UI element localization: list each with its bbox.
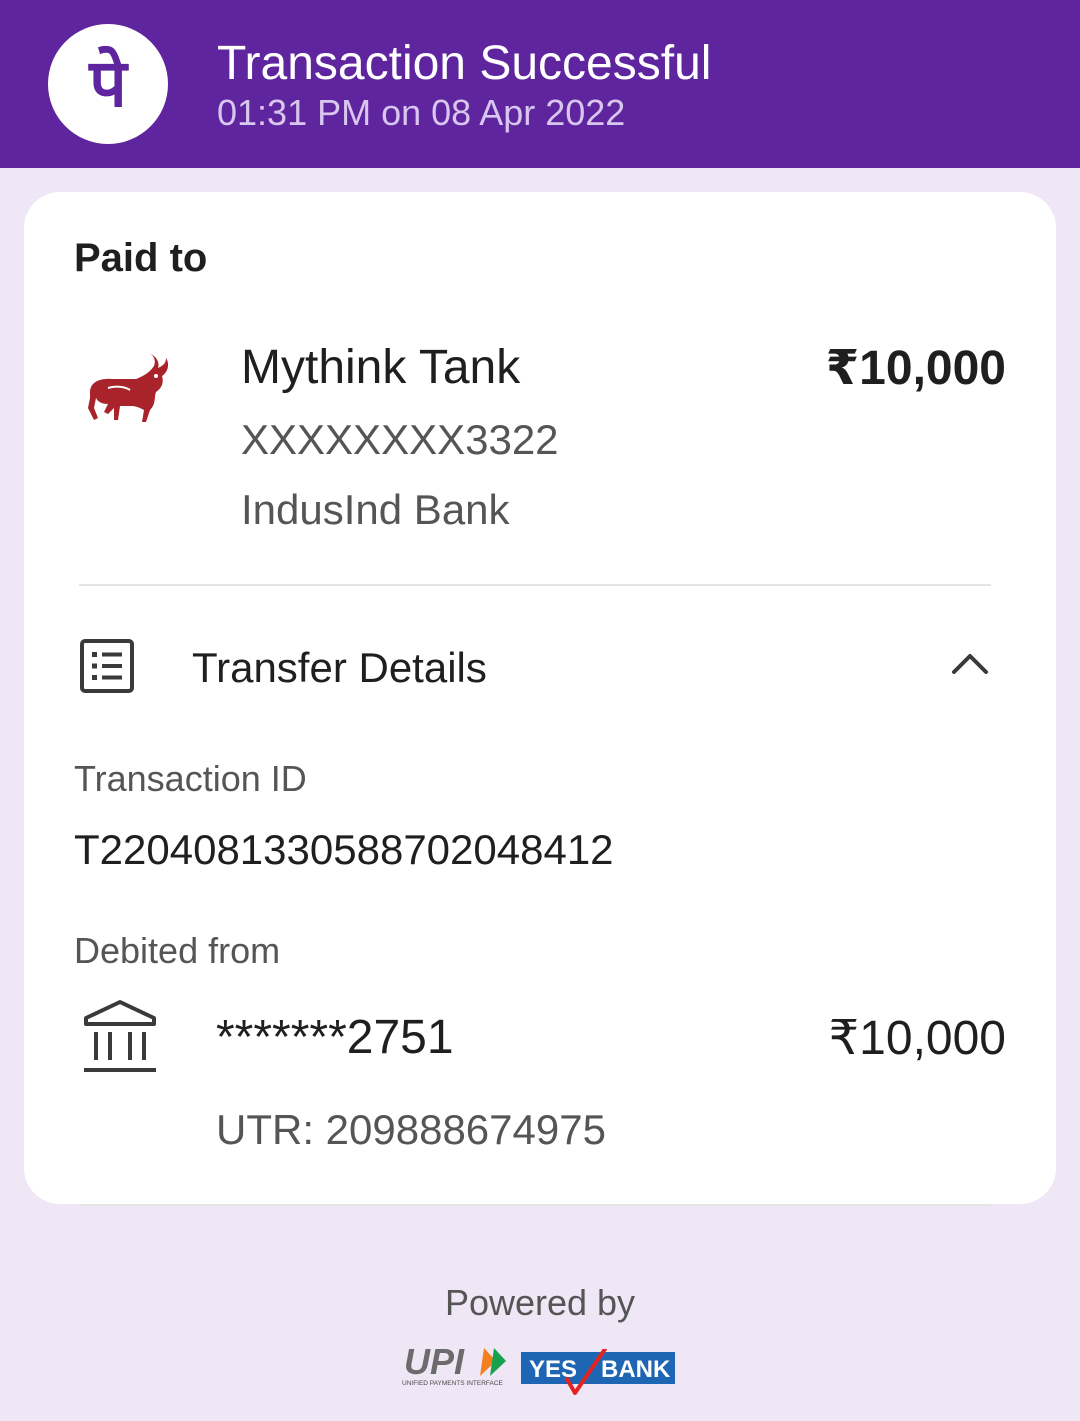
transaction-id-label: Transaction ID [74,758,307,799]
status-title: Transaction Successful [217,37,712,90]
yes-bank-logo-text-bank: BANK [601,1356,671,1383]
debited-account-number: *******2751 [216,1011,454,1064]
bank-icon [82,998,158,1081]
indusind-bull-logo [84,352,176,433]
section-divider [79,584,991,586]
paid-to-heading: Paid to [74,236,208,280]
payee-bank-name: IndusInd Bank [241,486,510,533]
transfer-details-toggle[interactable]: Transfer Details [192,644,487,692]
phonepe-logo: पे [48,24,168,144]
transaction-timestamp: 01:31 PM on 08 Apr 2022 [217,92,626,133]
footer-divider [79,1204,991,1206]
utr-number: UTR: 209888674975 [216,1106,606,1153]
phonepe-logo-glyph: पे [87,45,129,122]
payee-name: Mythink Tank [241,341,521,394]
payee-account-number: XXXXXXXX3322 [241,416,559,463]
debited-from-label: Debited from [74,930,281,971]
payee-amount: ₹10,000 [825,342,1006,395]
yes-bank-logo: YES BANK [521,1347,675,1400]
transaction-card: Paid to Mythink Tank ₹10,000 XXXXXXXX332… [24,192,1056,1204]
powered-by-label: Powered by [444,1282,636,1323]
debited-amount: ₹10,000 [828,1012,1006,1065]
transaction-id-value: T2204081330588702048412 [74,826,614,873]
transaction-header: पे Transaction Successful 01:31 PM on 08… [0,0,1080,168]
chevron-up-icon[interactable] [950,650,990,681]
upi-tagline: UNIFIED PAYMENTS INTERFACE [402,1380,504,1387]
receipt-list-icon [79,638,135,699]
upi-logo-text: UPI [404,1342,465,1382]
yes-bank-logo-text-yes: YES [529,1356,577,1383]
upi-logo: UPI UNIFIED PAYMENTS INTERFACE [400,1341,512,1393]
